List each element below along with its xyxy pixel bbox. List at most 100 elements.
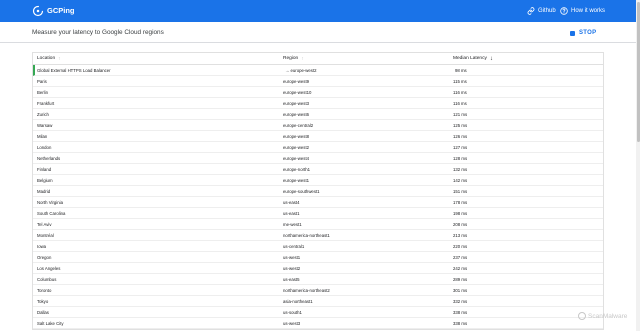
latency-cell: 151 ms	[453, 189, 468, 194]
location-cell: Los Angeles	[37, 266, 61, 271]
location-cell: Columbus	[37, 277, 57, 282]
region-cell: us-west3	[283, 321, 301, 326]
location-cell: Milan	[37, 134, 48, 139]
region-cell: europe-west6	[283, 112, 310, 117]
location-cell: Finland	[37, 167, 52, 172]
region-cell: europe-southwest1	[283, 189, 320, 194]
location-cell: Frankfurt	[37, 101, 55, 106]
scrollbar-thumb[interactable]	[636, 2, 640, 142]
region-cell: us-west1	[283, 255, 301, 260]
table-row: Columbus us-east5 289 ms	[33, 274, 603, 285]
how-it-works-link[interactable]: How it works	[560, 5, 605, 17]
table-row: South Carolina us-east1 198 ms	[33, 208, 603, 219]
table-row: Salt Lake City us-west3 338 ms	[33, 318, 603, 329]
sort-arrow-icon: ↑	[301, 56, 304, 62]
latency-cell: 98 ms	[455, 68, 467, 73]
github-link[interactable]: Github	[527, 5, 556, 17]
latency-cell: 116 ms	[453, 101, 467, 106]
region-column-header[interactable]: Region ↑	[283, 53, 304, 65]
region-cell: asia-northeast1	[283, 299, 313, 304]
watermark-text: ScanMalware	[588, 312, 628, 320]
location-cell: South Carolina	[37, 211, 66, 216]
location-cell: London	[37, 145, 52, 150]
region-cell: us-east5	[283, 277, 300, 282]
app-title: GCPing	[47, 6, 75, 15]
table-header: Location ↑ Region ↑ Median Latency ↓	[33, 53, 603, 65]
location-cell: Belgium	[37, 178, 53, 183]
location-column-header[interactable]: Location ↑	[37, 53, 61, 65]
page: GCPing Github How it works Measure your …	[0, 0, 636, 331]
location-cell: Salt Lake City	[37, 321, 64, 326]
table-row: Belgium europe-west1 142 ms	[33, 175, 603, 186]
region-cell: → europe-west2	[285, 68, 317, 73]
link-icon	[527, 7, 535, 15]
latency-cell: 121 ms	[453, 112, 468, 117]
location-cell: Tel Aviv	[37, 222, 52, 227]
region-cell: us-east4	[283, 200, 300, 205]
region-cell: europe-west10	[283, 90, 312, 95]
stop-button-label: STOP	[579, 30, 597, 36]
table-row: Montréal northamerica-northeast1 213 ms	[33, 230, 603, 241]
latency-cell: 115 ms	[453, 79, 467, 84]
region-cell: us-central1	[283, 244, 305, 249]
location-cell: Berlin	[37, 90, 48, 95]
region-cell: europe-central2	[283, 123, 314, 128]
table-row: Tokyo asia-northeast1 332 ms	[33, 296, 603, 307]
watermark: ScanMalware	[578, 312, 627, 320]
latency-cell: 338 ms	[453, 310, 468, 315]
sort-arrow-icon: ↑	[58, 56, 61, 62]
region-cell: europe-west4	[283, 156, 310, 161]
location-cell: Zurich	[37, 112, 49, 117]
gcping-logo-icon	[32, 5, 44, 17]
table-row: Oregon us-west1 237 ms	[33, 252, 603, 263]
region-header-label: Region	[283, 56, 299, 61]
latency-cell: 128 ms	[453, 156, 468, 161]
watermark-logo-icon	[578, 312, 586, 320]
location-cell: Toronto	[37, 288, 52, 293]
location-cell: Netherlands	[37, 156, 61, 161]
region-cell: northamerica-northeast1	[283, 233, 330, 238]
location-cell: Oregon	[37, 255, 52, 260]
latency-cell: 242 ms	[453, 266, 468, 271]
stop-button[interactable]: STOP	[570, 29, 596, 37]
help-icon	[560, 7, 568, 15]
latency-cell: 198 ms	[453, 211, 468, 216]
table-row: Milan europe-west8 126 ms	[33, 131, 603, 142]
page-subtitle: Measure your latency to Google Cloud reg…	[32, 29, 164, 36]
latency-cell: 220 ms	[453, 244, 468, 249]
location-cell: Dallas	[37, 310, 49, 315]
region-cell: europe-west2	[283, 145, 310, 150]
latency-table: Location ↑ Region ↑ Median Latency ↓ Glo…	[32, 52, 604, 330]
region-cell: europe-north1	[283, 167, 310, 172]
table-row: London europe-west2 127 ms	[33, 142, 603, 153]
latency-cell: 142 ms	[453, 178, 468, 183]
latency-cell: 126 ms	[453, 134, 468, 139]
table-row: Dallas us-south1 338 ms	[33, 307, 603, 318]
region-cell: me-west1	[283, 222, 302, 227]
table-row: Paris europe-west9 115 ms	[33, 76, 603, 87]
location-cell: North Virginia	[37, 200, 63, 205]
latency-header-label: Median Latency	[453, 56, 487, 61]
table-row: Tel Aviv me-west1 208 ms	[33, 219, 603, 230]
latency-cell: 116 ms	[453, 90, 467, 95]
latency-cell: 237 ms	[453, 255, 468, 260]
table-row: Zurich europe-west6 121 ms	[33, 109, 603, 120]
sort-down-arrow-icon: ↓	[489, 56, 493, 62]
region-cell: northamerica-northeast2	[283, 288, 330, 293]
page-scrollbar[interactable]	[636, 0, 640, 331]
latency-cell: 213 ms	[453, 233, 468, 238]
region-cell: europe-west1	[283, 178, 310, 183]
latency-cell: 332 ms	[453, 299, 468, 304]
latency-cell: 338 ms	[453, 321, 468, 326]
region-cell: us-west2	[283, 266, 301, 271]
latency-cell: 178 ms	[453, 200, 468, 205]
latency-column-header[interactable]: Median Latency ↓	[453, 53, 493, 65]
table-row: Warsaw europe-central2 125 ms	[33, 120, 603, 131]
table-row: Finland europe-north1 132 ms	[33, 164, 603, 175]
latency-cell: 289 ms	[453, 277, 468, 282]
region-cell: europe-west3	[283, 101, 310, 106]
table-row: Toronto northamerica-northeast2 301 ms	[33, 285, 603, 296]
latency-cell: 301 ms	[453, 288, 468, 293]
table-row: Los Angeles us-west2 242 ms	[33, 263, 603, 274]
toolbar: Measure your latency to Google Cloud reg…	[0, 22, 636, 43]
